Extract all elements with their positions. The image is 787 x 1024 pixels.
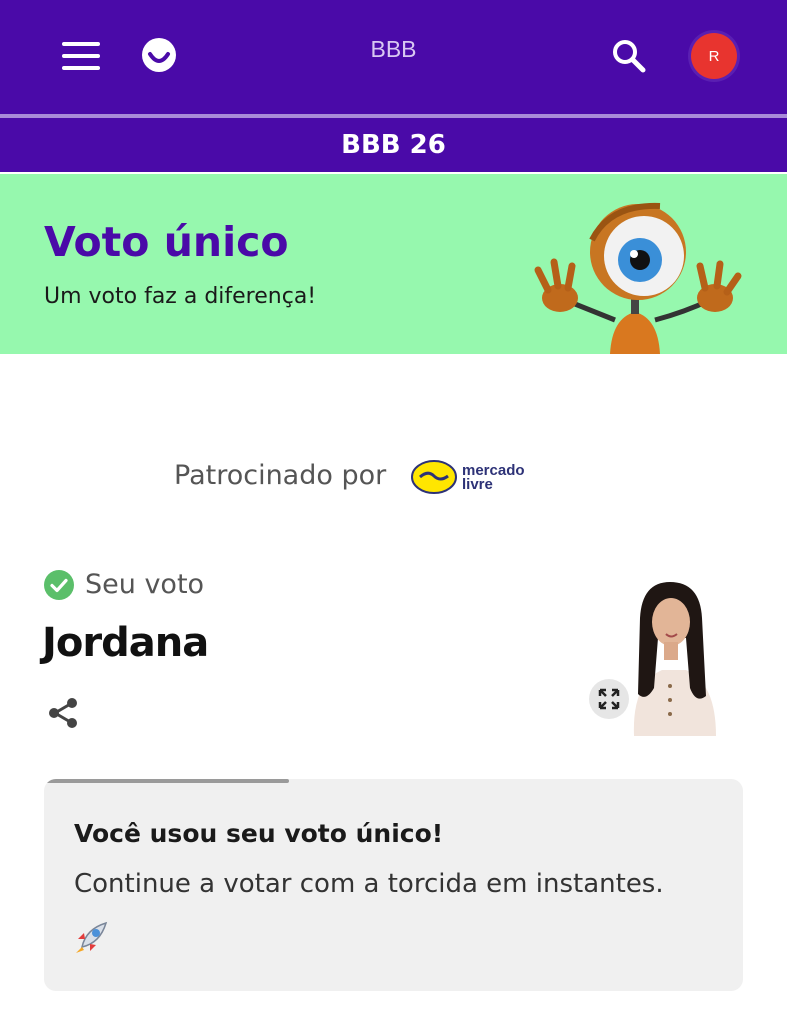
banner-subtitle: Um voto faz a diferença! [44, 284, 317, 309]
banner-title: Voto único [44, 218, 289, 266]
sponsor-label: Patrocinado por [174, 460, 387, 491]
subnav-title[interactable]: BBB 26 [0, 118, 787, 172]
expand-photo-button[interactable] [589, 679, 629, 719]
rocket-emoji-icon [76, 921, 108, 953]
candidate-photo [604, 578, 744, 736]
svg-text:livre: livre [462, 476, 493, 493]
user-avatar[interactable]: R [691, 33, 737, 79]
expand-icon [598, 688, 620, 710]
share-icon[interactable] [46, 696, 80, 730]
header-title: BBB [370, 36, 417, 62]
cooldown-progress-bar [44, 779, 289, 783]
confirmation-title: Você usou seu voto único! [74, 819, 444, 848]
search-icon[interactable] [611, 38, 647, 74]
vote-status-label: Seu voto [85, 569, 205, 600]
mercado-livre-logo: mercado livre [411, 460, 525, 494]
check-circle-icon [44, 570, 74, 600]
vote-confirmation-card: Você usou seu voto único! Continue a vot… [44, 779, 743, 991]
eye-mascot-illustration [534, 202, 742, 354]
candidate-name: Jordana [42, 620, 209, 666]
confirmation-body: Continue a votar com a torcida em instan… [74, 869, 664, 899]
